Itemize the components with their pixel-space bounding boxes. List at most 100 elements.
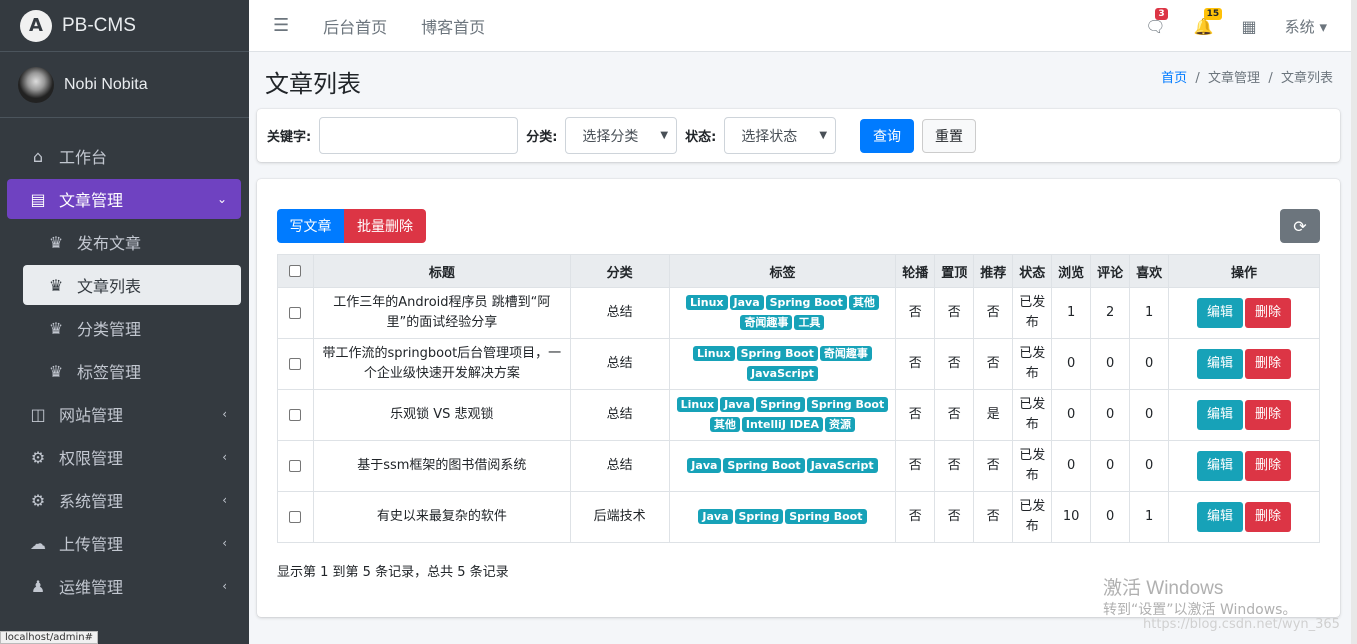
table-row: 带工作流的springboot后台管理项目，一个企业级快速开发解决方案 总结 L… [277, 338, 1320, 390]
sidebar-item-permission-management[interactable]: ⚙ 权限管理 ‹ [7, 437, 241, 477]
sidebar-item-publish-article[interactable]: ♛ 发布文章 [23, 222, 241, 262]
views-cell: 0 [1051, 338, 1092, 390]
delete-button[interactable]: 删除 [1245, 298, 1292, 328]
column-header-category[interactable]: 分类 [569, 254, 670, 288]
sidebar-item-label: 工作台 [59, 148, 108, 167]
apps-button[interactable]: ▦ [1242, 17, 1257, 36]
row-select-cell[interactable] [277, 491, 314, 543]
edit-button[interactable]: 编辑 [1197, 298, 1244, 328]
carousel-cell: 否 [895, 491, 936, 543]
sidebar-item-tag-management[interactable]: ♛ 标签管理 [23, 351, 241, 391]
sidebar-item-label: 运维管理 [59, 578, 124, 597]
sidebar-item-article-management[interactable]: ▤ 文章管理 ⌄ [7, 179, 241, 219]
edit-button[interactable]: 编辑 [1197, 451, 1244, 481]
admin-home-link[interactable]: 后台首页 [323, 14, 387, 38]
keyword-input[interactable] [319, 117, 519, 154]
edit-button[interactable]: 编辑 [1197, 502, 1244, 532]
status-select[interactable]: 选择状态 ▼ [724, 117, 837, 154]
tag-badge: 奇闻趣事 [740, 315, 793, 330]
row-checkbox[interactable] [289, 459, 302, 472]
column-header-tags[interactable]: 标签 [668, 254, 897, 288]
sidebar-item-system-management[interactable]: ⚙ 系统管理 ‹ [7, 480, 241, 520]
chevron-down-icon: ▼ [660, 130, 669, 141]
sidebar-item-site-management[interactable]: ◫ 网站管理 ‹ [7, 394, 241, 434]
row-checkbox[interactable] [289, 306, 302, 319]
row-select-cell[interactable] [277, 338, 314, 390]
tags-cell: Java Spring Spring Boot [668, 491, 897, 543]
category-cell: 总结 [569, 440, 670, 492]
row-checkbox[interactable] [289, 408, 302, 421]
actions-cell: 编辑 删除 [1168, 338, 1320, 390]
comments-cell: 0 [1090, 440, 1131, 492]
column-header-top[interactable]: 置顶 [934, 254, 975, 288]
tags-cell: Linux Spring Boot 奇闻趣事 JavaScript [668, 338, 897, 390]
column-header-views[interactable]: 浏览 [1051, 254, 1092, 288]
column-header-title[interactable]: 标题 [312, 254, 571, 288]
system-menu[interactable]: 系统 ▾ [1285, 16, 1327, 37]
category-select[interactable]: 选择分类 ▼ [565, 117, 678, 154]
column-header-comments[interactable]: 评论 [1090, 254, 1131, 288]
table-row: 基于ssm框架的图书借阅系统 总结 Java Spring Boot JavaScr… [277, 440, 1320, 492]
row-checkbox[interactable] [289, 510, 302, 523]
brand[interactable]: A PB-CMS [0, 0, 249, 52]
search-button[interactable]: 查询 [860, 118, 915, 153]
sidebar-item-label: 标签管理 [77, 363, 142, 382]
chevron-left-icon: ‹ [222, 407, 227, 421]
tag-badge: Spring [734, 509, 784, 524]
column-header-likes[interactable]: 喜欢 [1129, 254, 1170, 288]
likes-cell: 0 [1129, 338, 1170, 390]
edit-button[interactable]: 编辑 [1197, 349, 1244, 379]
avatar [18, 66, 54, 103]
tag-badge: Java [720, 397, 755, 412]
refresh-button[interactable]: ⟳ [1280, 209, 1320, 243]
edit-button[interactable]: 编辑 [1197, 400, 1244, 430]
column-header-recommend[interactable]: 推荐 [973, 254, 1014, 288]
sidebar-item-article-list[interactable]: ♛ 文章列表 [23, 265, 241, 305]
row-select-cell[interactable] [277, 287, 314, 339]
sidebar-item-label: 网站管理 [59, 406, 124, 425]
chevron-left-icon: ‹ [222, 579, 227, 593]
tag-badge: Spring [756, 397, 805, 412]
column-header-status[interactable]: 状态 [1012, 254, 1053, 288]
notifications-button[interactable]: 🔔 15 [1194, 7, 1223, 36]
tag-badge: Spring Boot [736, 346, 818, 361]
sidebar-item-upload-management[interactable]: ☁ 上传管理 ‹ [7, 523, 241, 563]
actions-cell: 编辑 删除 [1168, 491, 1320, 543]
tag-badge: Java [698, 509, 733, 524]
row-select-cell[interactable] [277, 389, 314, 441]
sidebar-item-workbench[interactable]: ⌂ 工作台 [7, 136, 241, 176]
scrollbar[interactable] [1351, 0, 1357, 644]
sidebar-item-ops-management[interactable]: ♟ 运维管理 ‹ [7, 566, 241, 606]
table-row: 乐观锁 VS 悲观锁 总结 Linux Java Spring Spring Boot… [277, 389, 1320, 441]
delete-button[interactable]: 删除 [1245, 502, 1292, 532]
actions-cell: 编辑 删除 [1168, 440, 1320, 492]
blog-home-link[interactable]: 博客首页 [421, 14, 485, 38]
messages-button[interactable]: 🗨 3 [1145, 7, 1168, 36]
breadcrumb-item[interactable]: 文章管理 [1208, 71, 1260, 86]
recommend-cell: 否 [973, 287, 1014, 339]
delete-button[interactable]: 删除 [1245, 451, 1292, 481]
row-checkbox[interactable] [289, 357, 302, 370]
breadcrumb-home[interactable]: 首页 [1161, 71, 1187, 86]
write-article-button[interactable]: 写文章 [277, 209, 344, 243]
tag-badge: 资源 [825, 417, 856, 432]
delete-button[interactable]: 删除 [1245, 400, 1292, 430]
tag-badge: Spring Boot [806, 397, 889, 412]
status-cell: 已发布 [1012, 338, 1053, 390]
reset-button[interactable]: 重置 [922, 118, 977, 153]
activation-watermark-text: 转到“设置”以激活 Windows。 [1103, 602, 1297, 618]
column-header-carousel[interactable]: 轮播 [895, 254, 936, 288]
select-all-cell[interactable] [277, 254, 314, 288]
user-panel[interactable]: Nobi Nobita [0, 52, 249, 118]
menu-toggle-icon[interactable]: ☰ [273, 15, 289, 36]
row-select-cell[interactable] [277, 440, 314, 492]
pagination-info: 显示第 1 到第 5 条记录，总共 5 条记录 [277, 565, 509, 580]
sidebar-item-category-management[interactable]: ♛ 分类管理 [23, 308, 241, 348]
tag-badge: Linux [685, 295, 728, 310]
views-cell: 10 [1051, 491, 1092, 543]
status-cell: 已发布 [1012, 287, 1053, 339]
gear-icon: ⚙ [30, 490, 46, 510]
select-all-checkbox[interactable] [289, 265, 302, 277]
delete-button[interactable]: 删除 [1245, 349, 1292, 379]
batch-delete-button[interactable]: 批量删除 [344, 209, 426, 243]
